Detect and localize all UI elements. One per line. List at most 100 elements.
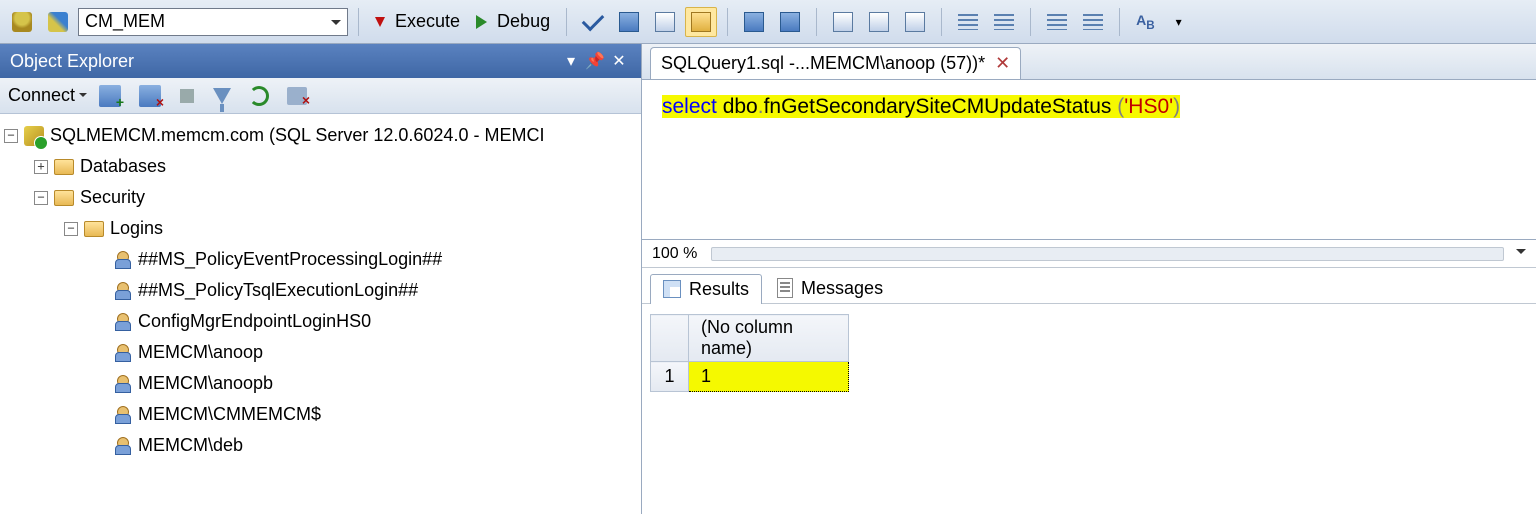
grid-row[interactable]: 1 1 [651, 362, 849, 392]
logins-label: Logins [110, 213, 163, 244]
expand-toggle[interactable]: + [34, 160, 48, 174]
server-icon [24, 126, 44, 146]
grid-icon [663, 280, 681, 298]
tree-login-item[interactable]: MEMCM\anoopb [4, 368, 637, 399]
panel-menu-button[interactable]: ▾ [559, 51, 583, 71]
parse-button[interactable] [577, 7, 609, 37]
statistics-icon [780, 12, 800, 32]
results-grid-icon [869, 12, 889, 32]
results-tab-label: Results [689, 279, 749, 300]
database-combo[interactable]: CM_MEM [78, 8, 348, 36]
query-options-button[interactable] [649, 7, 681, 37]
tree-databases-node[interactable]: + Databases [4, 151, 637, 182]
chevron-down-icon: ▾ [1176, 15, 1182, 29]
results-to-file-button[interactable] [899, 7, 931, 37]
login-label: MEMCM\deb [138, 430, 243, 461]
db-switch-icon [12, 12, 32, 32]
object-explorer-panel: Object Explorer ▾ 📌 ✕ Connect − SQLMEMCM… [0, 44, 642, 514]
folder-icon [54, 190, 74, 206]
sql-paren: ) [1173, 95, 1180, 118]
filter-button[interactable] [207, 81, 237, 111]
outdent-icon [1047, 14, 1067, 30]
results-to-text-button[interactable] [827, 7, 859, 37]
results-to-grid-button[interactable] [863, 7, 895, 37]
execute-button[interactable]: Execute [369, 7, 466, 37]
folder-icon [84, 221, 104, 237]
messages-tab[interactable]: Messages [764, 273, 896, 303]
uncomment-button[interactable] [988, 7, 1020, 37]
toolbar-overflow-button[interactable]: ▾ [1165, 7, 1193, 37]
tree-logins-node[interactable]: − Logins [4, 213, 637, 244]
editor-tab[interactable]: SQLQuery1.sql -...MEMCM\anoop (57))* ✕ [650, 47, 1021, 79]
sql-string: 'HS0' [1124, 95, 1173, 118]
execute-label: Execute [395, 11, 460, 32]
grid-row-header: 1 [651, 362, 689, 392]
login-icon [114, 437, 132, 455]
login-icon [114, 282, 132, 300]
connect-remove-icon [139, 85, 161, 107]
disconnect-all-button[interactable] [281, 81, 313, 111]
tree-login-item[interactable]: ##MS_PolicyEventProcessingLogin## [4, 244, 637, 275]
actual-plan-icon [744, 12, 764, 32]
connect-dropdown[interactable]: Connect [8, 85, 87, 106]
results-file-icon [905, 12, 925, 32]
include-actual-plan-button[interactable] [738, 7, 770, 37]
tree-login-item[interactable]: MEMCM\deb [4, 430, 637, 461]
decrease-indent-button[interactable] [1041, 7, 1073, 37]
tree-login-item[interactable]: MEMCM\anoop [4, 337, 637, 368]
login-icon [114, 344, 132, 362]
server-node-label: SQLMEMCM.memcm.com (SQL Server 12.0.6024… [50, 120, 544, 151]
connect-label: Connect [8, 85, 75, 106]
intellisense-icon [691, 12, 711, 32]
grid-cell[interactable]: 1 [689, 362, 849, 392]
filter-icon [213, 88, 231, 104]
security-label: Security [80, 182, 145, 213]
refresh-button[interactable] [243, 81, 275, 111]
results-grid[interactable]: (No column name) 1 1 [642, 304, 1536, 402]
panel-close-button[interactable]: ✕ [607, 51, 631, 71]
comment-icon [958, 14, 978, 30]
connect-object-explorer-button[interactable] [93, 81, 127, 111]
login-icon [114, 406, 132, 424]
debug-button[interactable]: Debug [470, 7, 556, 37]
collapse-toggle[interactable]: − [34, 191, 48, 205]
refresh-icon [249, 86, 269, 106]
tree-login-item[interactable]: ##MS_PolicyTsqlExecutionLogin## [4, 275, 637, 306]
object-explorer-toolbar: Connect [0, 78, 641, 114]
increase-indent-button[interactable] [1077, 7, 1109, 37]
results-tab[interactable]: Results [650, 274, 762, 304]
estimated-plan-button[interactable] [613, 7, 645, 37]
grid-column-header[interactable]: (No column name) [689, 315, 849, 362]
object-explorer-title: Object Explorer [10, 51, 134, 72]
messages-tab-label: Messages [801, 278, 883, 299]
include-statistics-button[interactable] [774, 7, 806, 37]
intellisense-button[interactable] [685, 7, 717, 37]
login-label: MEMCM\CMMEMCM$ [138, 399, 321, 430]
sql-keyword: select [662, 95, 717, 118]
specify-values-button[interactable]: AB [1130, 7, 1161, 37]
options-icon [655, 12, 675, 32]
login-label: MEMCM\anoopb [138, 368, 273, 399]
results-tabstrip: Results Messages [642, 268, 1536, 304]
indent-icon [1083, 14, 1103, 30]
panel-pin-button[interactable]: 📌 [583, 51, 607, 71]
login-label: ##MS_PolicyEventProcessingLogin## [138, 244, 442, 275]
comment-button[interactable] [952, 7, 984, 37]
available-databases-button[interactable] [42, 7, 74, 37]
tree-security-node[interactable]: − Security [4, 182, 637, 213]
collapse-toggle[interactable]: − [64, 222, 78, 236]
stop-button[interactable] [173, 81, 201, 111]
object-explorer-tree[interactable]: − SQLMEMCM.memcm.com (SQL Server 12.0.60… [0, 114, 641, 514]
zoom-bar[interactable]: 100 % [642, 240, 1536, 268]
tab-close-button[interactable]: ✕ [995, 53, 1010, 74]
tree-server-node[interactable]: − SQLMEMCM.memcm.com (SQL Server 12.0.60… [4, 120, 637, 151]
change-connection-button[interactable] [6, 7, 38, 37]
horizontal-scrollbar[interactable] [711, 247, 1504, 261]
collapse-toggle[interactable]: − [4, 129, 18, 143]
disconnect-button[interactable] [133, 81, 167, 111]
tree-login-item[interactable]: MEMCM\CMMEMCM$ [4, 399, 637, 430]
sql-text-editor[interactable]: select dbo.fnGetSecondarySiteCMUpdateSta… [642, 80, 1536, 240]
tree-login-item[interactable]: ConfigMgrEndpointLoginHS0 [4, 306, 637, 337]
plan-icon [619, 12, 639, 32]
debug-label: Debug [497, 11, 550, 32]
